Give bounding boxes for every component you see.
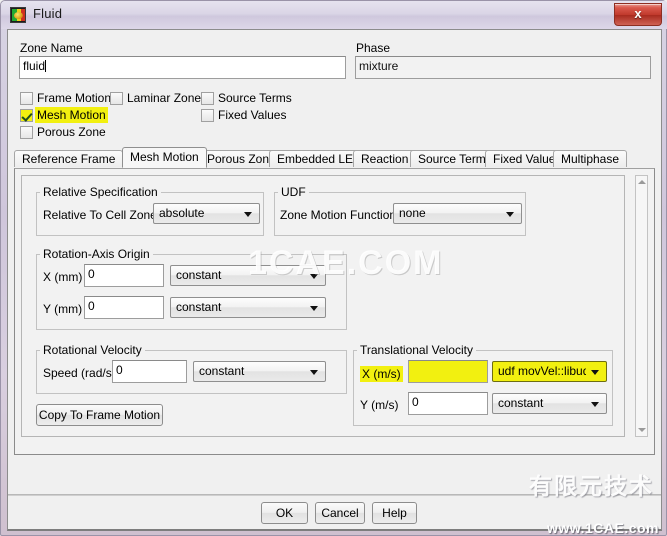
rotational-speed-method-value: constant [199, 364, 245, 378]
tab-reference-frame[interactable]: Reference Frame [14, 150, 124, 167]
checkbox-label-laminar-zone: Laminar Zone [127, 91, 202, 105]
zone-motion-function-value: none [399, 206, 426, 220]
rotation-origin-y-method-value: constant [176, 300, 222, 314]
mesh-motion-scroll-area: Relative Specification Relative To Cell … [21, 175, 625, 437]
button-bar-separator [8, 494, 661, 496]
rotational-speed-input[interactable]: 0 [112, 360, 187, 383]
relative-to-cell-zone-value: absolute [159, 206, 205, 220]
rotational-speed-value: 0 [116, 363, 123, 377]
checkbox-label-mesh-motion: Mesh Motion [35, 107, 108, 123]
rotation-origin-y-label: Y (mm) [43, 302, 83, 316]
checkbox-porous-zone[interactable] [20, 126, 33, 139]
tab-strip: Reference Frame Mesh Motion Porous Zone … [14, 147, 644, 168]
vertical-scrollbar[interactable] [635, 175, 648, 437]
rotation-origin-x-label: X (mm) [43, 270, 83, 284]
checkbox-label-fixed-values: Fixed Values [218, 108, 287, 122]
checkbox-laminar-zone[interactable] [110, 92, 123, 105]
tab-reaction[interactable]: Reaction [353, 150, 417, 167]
fluent-app-icon [10, 7, 26, 23]
chevron-down-icon [310, 370, 318, 375]
translational-x-input[interactable] [408, 360, 488, 383]
scroll-down-icon[interactable] [636, 424, 647, 436]
relative-to-cell-zone-combo[interactable]: absolute [153, 203, 260, 224]
checkbox-label-porous-zone: Porous Zone [37, 125, 106, 139]
checkbox-frame-motion[interactable] [20, 92, 33, 105]
chevron-down-icon [591, 402, 599, 407]
rotation-origin-x-method-combo[interactable]: constant [170, 265, 326, 286]
chevron-down-icon [310, 306, 318, 311]
window-frame: Fluid x Zone Name fluid Phase mixture Fr… [0, 0, 667, 536]
fluid-zone-dialog: Fluid x Zone Name fluid Phase mixture Fr… [0, 0, 667, 536]
group-title-translational-velocity: Translational Velocity [357, 343, 476, 357]
checkbox-label-source-terms: Source Terms [218, 91, 292, 105]
rotation-origin-x-input[interactable]: 0 [84, 264, 164, 287]
checkbox-fixed-values[interactable] [201, 109, 214, 122]
zone-name-value: fluid [23, 59, 46, 73]
group-title-relative-specification: Relative Specification [40, 185, 161, 199]
tab-mesh-motion[interactable]: Mesh Motion [122, 147, 207, 168]
cancel-button[interactable]: Cancel [315, 502, 365, 524]
chevron-down-icon [310, 274, 318, 279]
rotation-origin-y-value: 0 [88, 299, 95, 313]
group-title-udf: UDF [278, 185, 309, 199]
checkbox-source-terms[interactable] [201, 92, 214, 105]
chevron-down-icon [244, 212, 252, 217]
translational-x-method-combo[interactable]: udf movVel::libudf [492, 361, 607, 382]
ok-button[interactable]: OK [261, 502, 308, 524]
translational-x-method-value: udf movVel::libudf [498, 364, 586, 378]
phase-value: mixture [359, 59, 399, 73]
group-title-rotation-axis-origin: Rotation-Axis Origin [40, 247, 153, 261]
checkbox-label-frame-motion: Frame Motion [37, 91, 112, 105]
rotational-speed-label: Speed (rad/s) [43, 366, 116, 380]
phase-input: mixture [355, 56, 651, 79]
window-title: Fluid [33, 6, 63, 21]
group-title-rotational-velocity: Rotational Velocity [40, 343, 145, 357]
relative-to-cell-zone-label: Relative To Cell Zone [43, 208, 157, 222]
copy-to-frame-motion-button[interactable]: Copy To Frame Motion [36, 404, 163, 426]
help-button[interactable]: Help [372, 502, 417, 524]
close-button[interactable]: x [614, 3, 662, 26]
translational-y-input[interactable]: 0 [408, 392, 488, 415]
tab-multiphase[interactable]: Multiphase [553, 150, 628, 167]
dialog-client-area: Zone Name fluid Phase mixture Frame Moti… [7, 29, 662, 531]
zone-motion-function-combo[interactable]: none [393, 203, 522, 224]
rotation-origin-x-value: 0 [88, 267, 95, 281]
scroll-up-icon[interactable] [636, 176, 647, 188]
chevron-down-icon [506, 212, 514, 217]
rotational-speed-method-combo[interactable]: constant [193, 361, 326, 382]
title-bar[interactable]: Fluid x [1, 1, 667, 29]
chevron-down-icon [591, 370, 599, 375]
translational-y-value: 0 [412, 395, 419, 409]
translational-y-method-value: constant [498, 396, 544, 410]
rotation-origin-y-method-combo[interactable]: constant [170, 297, 326, 318]
translational-y-method-combo[interactable]: constant [492, 393, 607, 414]
rotation-origin-y-input[interactable]: 0 [84, 296, 164, 319]
tab-page-mesh-motion: Relative Specification Relative To Cell … [14, 168, 655, 455]
zone-motion-function-label: Zone Motion Function [280, 208, 397, 222]
rotation-origin-x-method-value: constant [176, 268, 222, 282]
phase-label: Phase [356, 41, 391, 55]
translational-x-label: X (m/s) [360, 366, 403, 382]
zone-name-label: Zone Name [20, 41, 83, 55]
checkbox-mesh-motion[interactable] [20, 109, 33, 122]
text-caret [45, 60, 47, 72]
zone-name-input[interactable]: fluid [19, 56, 346, 79]
translational-y-label: Y (m/s) [360, 398, 399, 412]
